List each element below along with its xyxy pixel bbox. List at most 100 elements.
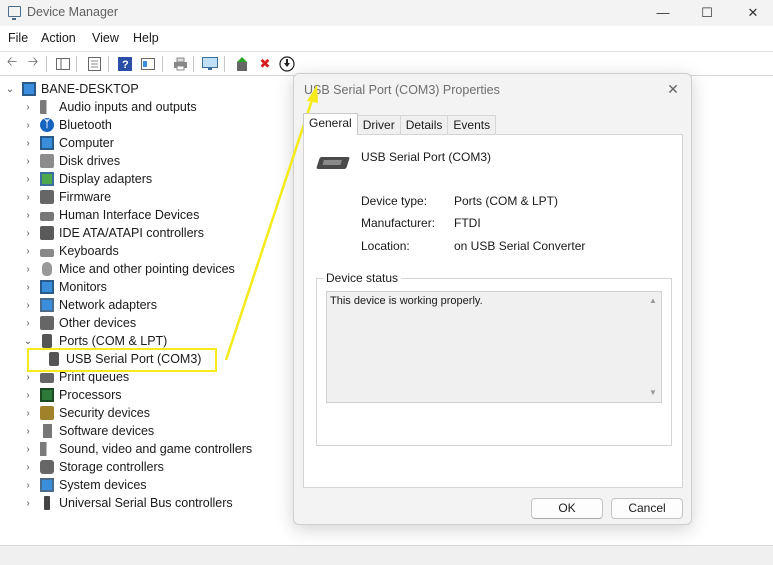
chevron-right-icon[interactable]: › <box>22 120 34 131</box>
show-hide-tree-icon[interactable] <box>54 55 72 73</box>
print-icon[interactable] <box>171 55 189 73</box>
menu-view[interactable]: View <box>92 31 119 45</box>
tab-details[interactable]: Details <box>399 115 449 134</box>
tree-item-audio[interactable]: › Audio inputs and outputs <box>22 98 197 116</box>
chevron-down-icon[interactable]: ⌄ <box>4 84 16 95</box>
tree-item-processors[interactable]: › Processors <box>22 386 122 404</box>
chevron-right-icon[interactable]: › <box>22 210 34 221</box>
view-icon[interactable] <box>139 55 157 73</box>
tree-item-bluetooth[interactable]: › ᛉ Bluetooth <box>22 116 112 134</box>
tab-general[interactable]: General <box>303 113 358 135</box>
chevron-right-icon[interactable]: › <box>22 138 34 149</box>
software-device-icon <box>43 424 52 438</box>
tab-strip: General Driver Details Events <box>303 113 497 135</box>
mouse-icon <box>42 262 52 276</box>
chevron-right-icon[interactable]: › <box>22 480 34 491</box>
tree-item-usb[interactable]: › Universal Serial Bus controllers <box>22 494 233 512</box>
cancel-button[interactable]: Cancel <box>611 498 683 519</box>
usb-icon <box>44 496 50 510</box>
chevron-right-icon[interactable]: › <box>22 192 34 203</box>
tree-item-disk-drives[interactable]: › Disk drives <box>22 152 120 170</box>
tree-item-security[interactable]: › Security devices <box>22 404 150 422</box>
device-status-textbox[interactable]: This device is working properly. ▲ ▼ <box>326 291 662 403</box>
properties-icon[interactable] <box>85 55 103 73</box>
scroll-up-icon[interactable]: ▲ <box>648 296 658 306</box>
back-arrow-icon[interactable]: 🡠 <box>3 54 21 73</box>
chevron-right-icon[interactable]: › <box>22 264 34 275</box>
help-icon[interactable]: ? <box>116 55 134 73</box>
chevron-right-icon[interactable]: › <box>22 282 34 293</box>
tree-item-sound[interactable]: › Sound, video and game controllers <box>22 440 252 458</box>
tree-item-computer[interactable]: › Computer <box>22 134 114 152</box>
chevron-right-icon[interactable]: › <box>22 246 34 257</box>
maximize-button[interactable]: ☐ <box>684 0 730 26</box>
uninstall-device-icon[interactable]: ✖ <box>256 55 274 73</box>
chevron-right-icon[interactable]: › <box>22 156 34 167</box>
device-manager-icon <box>8 6 21 20</box>
toolbar-separator <box>193 56 194 72</box>
chevron-right-icon[interactable]: › <box>22 318 34 329</box>
ok-button[interactable]: OK <box>531 498 603 519</box>
update-driver-icon[interactable] <box>233 55 251 73</box>
toolbar-separator <box>108 56 109 72</box>
tree-item-ide[interactable]: › IDE ATA/ATAPI controllers <box>22 224 204 242</box>
chevron-right-icon[interactable]: › <box>22 498 34 509</box>
tree-item-monitors[interactable]: › Monitors <box>22 278 107 296</box>
system-device-icon <box>40 478 54 492</box>
minimize-button[interactable]: — <box>640 0 686 26</box>
monitor-icon <box>40 280 54 294</box>
port-icon <box>42 334 52 348</box>
chevron-right-icon[interactable]: › <box>22 462 34 473</box>
download-circle-icon[interactable] <box>278 55 296 73</box>
tree-item-system[interactable]: › System devices <box>22 476 147 494</box>
tab-events[interactable]: Events <box>447 115 497 134</box>
toolbar-separator <box>224 56 225 72</box>
computer-icon <box>40 136 54 150</box>
menu-action[interactable]: Action <box>41 31 76 45</box>
tree-item-display-adapters[interactable]: › Display adapters <box>22 170 152 188</box>
storage-controller-icon <box>40 460 54 474</box>
svg-text:?: ? <box>122 59 129 71</box>
chevron-right-icon[interactable]: › <box>22 228 34 239</box>
tree-item-software[interactable]: › Software devices <box>22 422 154 440</box>
highlight-annotation <box>27 348 217 372</box>
security-device-icon <box>40 406 54 420</box>
computer-icon <box>22 82 36 96</box>
tree-item-hid[interactable]: › Human Interface Devices <box>22 206 199 224</box>
chevron-down-icon[interactable]: ⌄ <box>22 336 34 347</box>
firmware-icon <box>40 190 54 204</box>
close-icon[interactable]: ✕ <box>661 78 685 100</box>
close-button[interactable]: ✕ <box>730 0 773 26</box>
chevron-right-icon[interactable]: › <box>22 372 34 383</box>
tree-item-network[interactable]: › Network adapters <box>22 296 157 314</box>
processor-icon <box>40 388 54 402</box>
disk-drive-icon <box>40 154 54 168</box>
chevron-right-icon[interactable]: › <box>22 300 34 311</box>
speaker-icon <box>40 100 54 114</box>
menu-bar: File Action View Help <box>0 27 773 49</box>
chevron-right-icon[interactable]: › <box>22 408 34 419</box>
tree-item-firmware[interactable]: › Firmware <box>22 188 111 206</box>
ide-controller-icon <box>40 226 54 240</box>
tree-item-mice[interactable]: › Mice and other pointing devices <box>22 260 235 278</box>
chevron-right-icon[interactable]: › <box>22 444 34 455</box>
forward-arrow-icon[interactable]: 🡢 <box>24 54 42 73</box>
menu-file[interactable]: File <box>8 31 28 45</box>
chevron-right-icon[interactable]: › <box>22 102 34 113</box>
chevron-right-icon[interactable]: › <box>22 174 34 185</box>
tree-item-keyboards[interactable]: › Keyboards <box>22 242 118 260</box>
tree-item-other[interactable]: › Other devices <box>22 314 136 332</box>
chevron-right-icon[interactable]: › <box>22 426 34 437</box>
tree-item-storage[interactable]: › Storage controllers <box>22 458 164 476</box>
tree-root[interactable]: ⌄ BANE-DESKTOP <box>4 80 139 98</box>
menu-help[interactable]: Help <box>133 31 159 45</box>
scroll-down-icon[interactable]: ▼ <box>648 388 658 398</box>
device-type-value: Ports (COM & LPT) <box>454 194 559 208</box>
scan-hardware-icon[interactable] <box>201 55 219 73</box>
tab-driver[interactable]: Driver <box>356 115 401 134</box>
dialog-title: USB Serial Port (COM3) Properties <box>304 83 500 97</box>
location-value: on USB Serial Converter <box>454 239 586 253</box>
device-status-text: This device is working properly. <box>330 295 483 307</box>
window-title: Device Manager <box>27 5 119 19</box>
chevron-right-icon[interactable]: › <box>22 390 34 401</box>
